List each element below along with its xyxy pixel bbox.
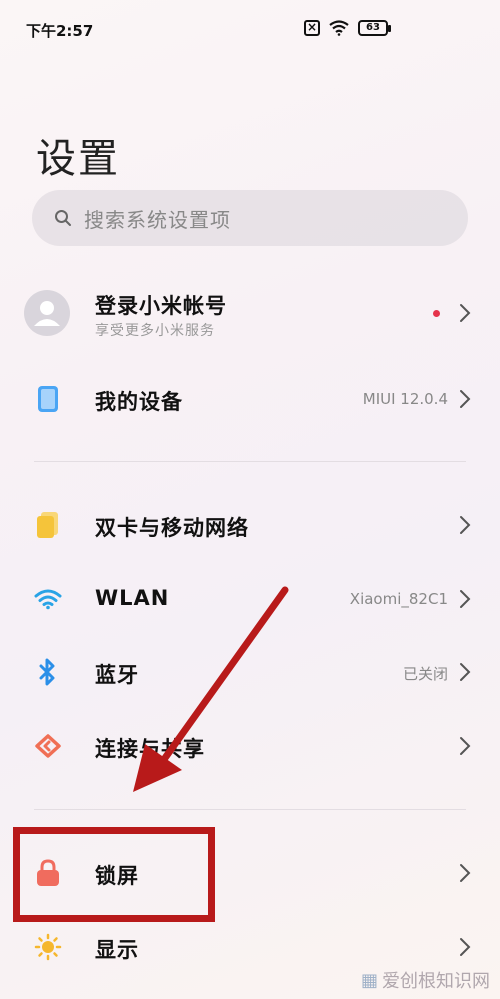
page-title: 设置	[36, 136, 120, 182]
battery-icon: 63	[358, 20, 391, 36]
share-icon	[32, 730, 64, 762]
watermark-text: 爱创根知识网	[382, 971, 490, 992]
chevron-right-icon	[460, 864, 471, 882]
status-icons: × 63	[304, 20, 391, 36]
chevron-right-icon	[460, 304, 471, 322]
chevron-right-icon	[460, 938, 471, 956]
watermark-logo: ▦	[360, 969, 378, 991]
divider	[34, 461, 466, 462]
chevron-right-icon	[460, 663, 471, 681]
chevron-right-icon	[460, 737, 471, 755]
wifi-icon	[32, 583, 64, 615]
device-icon	[32, 383, 64, 415]
settings-row-wlan[interactable]: WLAN Xiaomi_82C1	[0, 564, 500, 634]
search-icon	[55, 210, 71, 226]
user-icon	[34, 301, 60, 326]
avatar	[24, 290, 70, 336]
status-bar: 下午2:57 × 63	[0, 0, 500, 60]
bluetooth-icon	[32, 656, 64, 688]
settings-row-connection-sharing[interactable]: 连接与共享	[0, 711, 500, 781]
row-label: 双卡与移动网络	[95, 516, 249, 540]
divider	[34, 809, 466, 810]
row-label: 显示	[95, 938, 139, 962]
sim-card-icon	[32, 509, 64, 541]
annotation-highlight-box	[13, 827, 215, 922]
search-placeholder: 搜索系统设置项	[84, 207, 231, 232]
account-row[interactable]	[0, 280, 500, 350]
sim-x-icon: ×	[304, 20, 320, 36]
row-value: MIUI 12.0.4	[362, 390, 448, 408]
wifi-icon	[329, 20, 349, 36]
search-input[interactable]: 搜索系统设置项	[32, 190, 468, 246]
watermark: ▦ 爱创根知识网	[361, 967, 490, 993]
settings-row-dual-sim[interactable]: 双卡与移动网络	[0, 490, 500, 560]
row-value: 已关闭	[402, 665, 448, 683]
sun-icon	[32, 931, 64, 963]
chevron-right-icon	[460, 390, 471, 408]
chevron-right-icon	[460, 516, 471, 534]
settings-row-my-device[interactable]: 我的设备 MIUI 12.0.4	[0, 364, 500, 434]
notification-dot	[433, 310, 440, 317]
row-label: WLAN	[95, 586, 170, 610]
row-label: 我的设备	[95, 390, 183, 414]
chevron-right-icon	[460, 590, 471, 608]
settings-row-bluetooth[interactable]: 蓝牙 已关闭	[0, 637, 500, 707]
account-title: 登录小米帐号	[95, 294, 227, 318]
row-label: 蓝牙	[95, 663, 139, 687]
status-time: 下午2:57	[26, 22, 94, 40]
row-label: 连接与共享	[95, 737, 205, 761]
row-value: Xiaomi_82C1	[349, 590, 448, 608]
account-subtitle: 享受更多小米服务	[95, 323, 215, 339]
